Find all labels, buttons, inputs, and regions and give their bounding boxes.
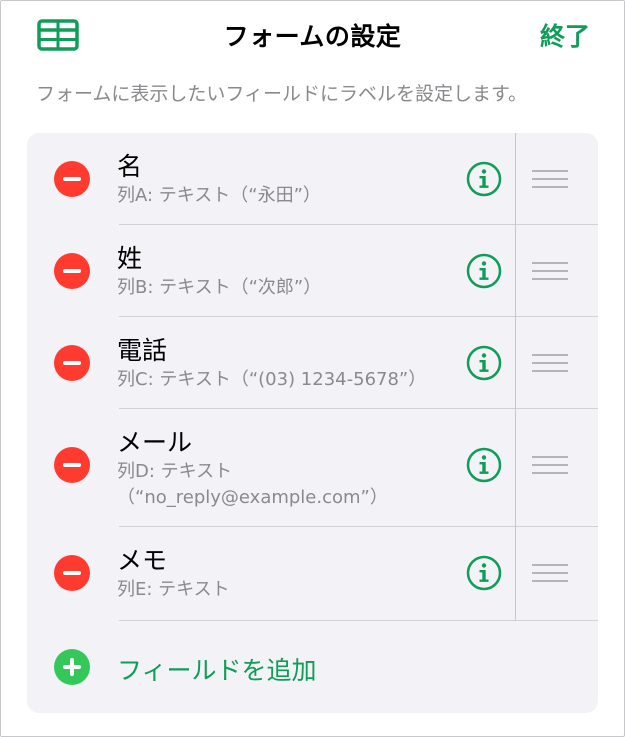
minus-circle-icon[interactable]	[54, 253, 90, 289]
field-title: メモ	[117, 546, 168, 575]
drag-handle-icon[interactable]	[532, 262, 568, 280]
minus-circle-icon[interactable]	[54, 161, 90, 197]
handle-divider	[515, 133, 516, 621]
minus-circle-icon[interactable]	[54, 345, 90, 381]
drag-handle-icon[interactable]	[532, 456, 568, 474]
done-button[interactable]: 終了	[540, 17, 590, 53]
field-row[interactable]: 姓列B: テキスト（“次郎”）	[27, 225, 598, 317]
field-list: 名列A: テキスト（“永田”）姓列B: テキスト（“次郎”） 電話 列C: テキスト…	[27, 133, 598, 713]
minus-circle-icon[interactable]	[54, 555, 90, 591]
field-subtitle: 列B: テキスト（“次郎”）	[117, 277, 322, 298]
add-field-button[interactable]: フィールドを追加	[27, 623, 598, 713]
field-subtitle: 列A: テキスト（“永田”）	[117, 185, 321, 206]
info-circle-icon[interactable]	[466, 447, 502, 483]
info-circle-icon[interactable]	[466, 345, 502, 381]
minus-circle-icon[interactable]	[54, 447, 90, 483]
drag-handle-icon[interactable]	[532, 354, 568, 372]
info-circle-icon[interactable]	[466, 555, 502, 591]
field-subtitle: 列C: テキスト（“(03) 1234-5678”）	[117, 369, 427, 390]
field-row[interactable]: メモ列E: テキスト	[27, 527, 598, 621]
drag-handle-icon[interactable]	[532, 564, 568, 582]
field-title: 名	[117, 152, 143, 181]
form-settings-panel: フォームの設定 終了 フォームに表示したいフィールドにラベルを設定します。 名列…	[0, 0, 625, 737]
field-row[interactable]: 名列A: テキスト（“永田”）	[27, 133, 598, 225]
info-circle-icon[interactable]	[466, 253, 502, 289]
field-title: 電話	[117, 336, 168, 365]
plus-circle-icon	[54, 649, 90, 685]
row-divider	[119, 620, 598, 621]
drag-handle-icon[interactable]	[532, 170, 568, 188]
field-row[interactable]: メール列D: テキスト （“no_reply@example.com”）	[27, 409, 598, 527]
field-subtitle: 列D: テキスト	[117, 461, 233, 482]
field-title: 姓	[117, 244, 143, 273]
page-title: フォームの設定	[223, 22, 402, 51]
field-title: メール	[117, 428, 193, 457]
field-subtitle: 列E: テキスト	[117, 579, 230, 600]
info-circle-icon[interactable]	[466, 161, 502, 197]
field-subtitle: （“no_reply@example.com”）	[117, 487, 388, 508]
add-field-label: フィールドを追加	[117, 656, 317, 685]
hint-text: フォームに表示したいフィールドにラベルを設定します。	[36, 83, 528, 105]
nav-bar: フォームの設定 終了	[1, 1, 624, 69]
field-row[interactable]: 電話列C: テキスト（“(03) 1234-5678”）	[27, 317, 598, 409]
